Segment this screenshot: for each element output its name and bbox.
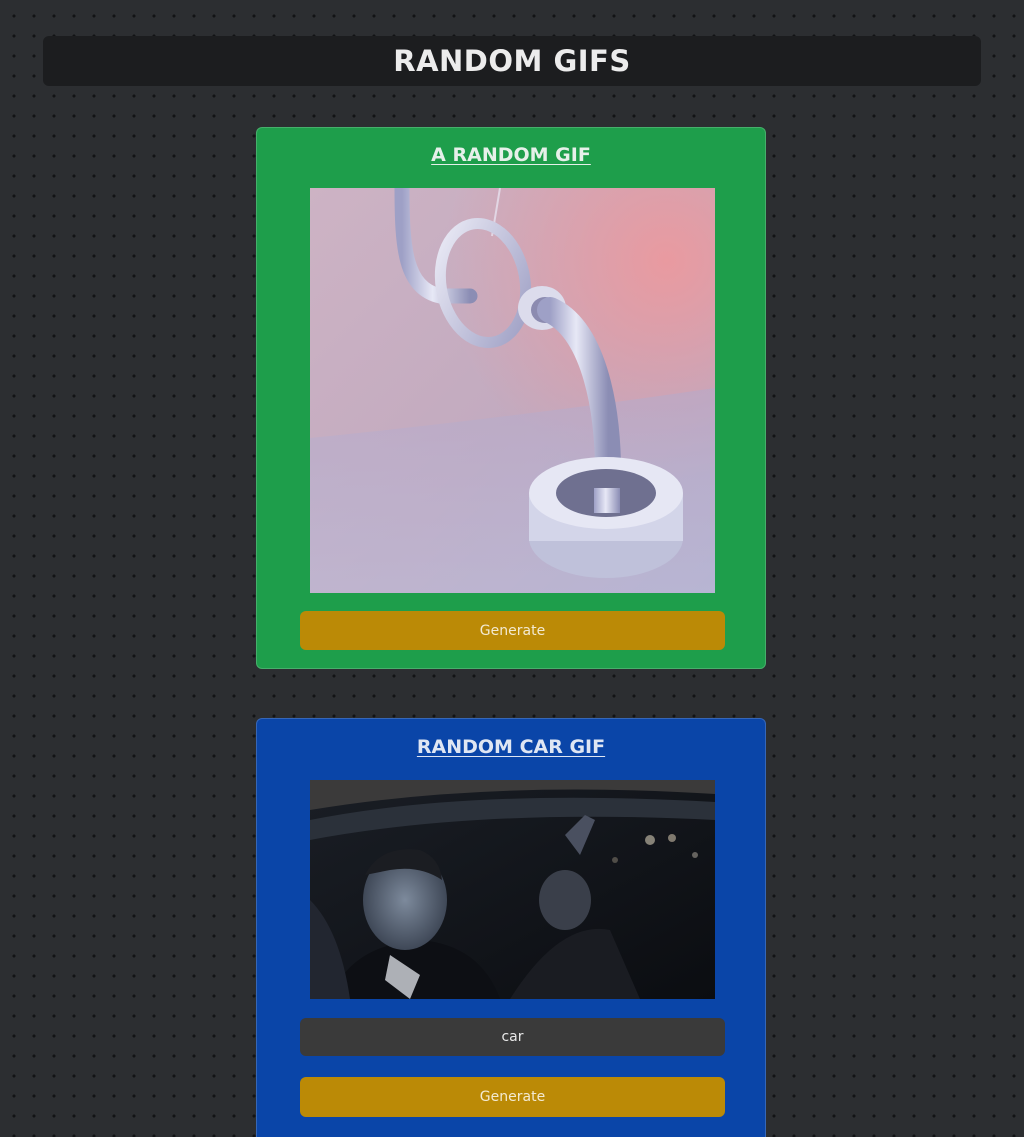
- page-title: RANDOM GIFS: [393, 44, 631, 78]
- random-gif-card: A RANDOM GIF Generate: [256, 127, 766, 669]
- car-gif-card-title: RANDOM CAR GIF: [416, 736, 606, 758]
- gif-tag-input[interactable]: [300, 1018, 725, 1056]
- generate-car-gif-button[interactable]: Generate: [300, 1077, 725, 1117]
- random-gif-image: [310, 188, 715, 593]
- page-header: RANDOM GIFS: [43, 36, 981, 86]
- car-gif-image: [310, 780, 715, 999]
- generate-random-gif-button[interactable]: Generate: [300, 611, 725, 650]
- car-gif-card: RANDOM CAR GIF car Generate: [256, 718, 766, 1137]
- random-gif-card-title: A RANDOM GIF: [431, 144, 591, 166]
